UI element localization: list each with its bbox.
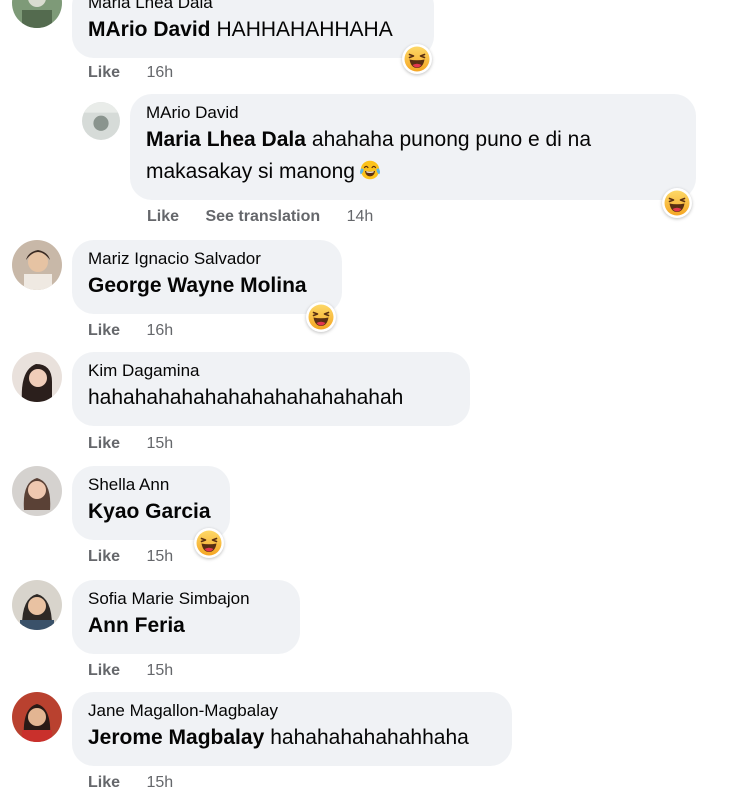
like-button[interactable]: Like [88,322,120,339]
comment-text: Jerome Magbalay hahahahahahahhaha [88,722,496,754]
haha-icon [308,304,334,330]
comment-text: Maria Lhea Dala ahahaha punong puno e di … [146,124,680,156]
like-button[interactable]: Like [88,662,120,679]
haha-icon [404,46,430,72]
comment-bubble: Maria Lhea Dala MArio David HAHHAHAHHAHA [72,0,434,58]
avatar[interactable] [12,466,62,516]
comment-author[interactable]: Kim Dagamina [88,360,454,382]
comment-actions: Like 15h [88,435,173,453]
timestamp[interactable]: 15h [146,435,173,452]
avatar[interactable] [12,0,62,28]
comment-bubble: Mariz Ignacio Salvador George Wayne Moli… [72,240,342,314]
reaction-badge[interactable] [402,44,432,74]
avatar[interactable] [12,352,62,402]
timestamp[interactable]: 15h [146,662,173,679]
comment-author[interactable]: Shella Ann [88,474,214,496]
like-button[interactable]: Like [88,774,120,791]
mention-tag[interactable]: Jerome Magbalay [88,726,264,749]
see-translation-link[interactable]: See translation [205,208,320,225]
reaction-badge[interactable] [662,188,692,218]
like-button[interactable]: Like [88,435,120,452]
timestamp[interactable]: 15h [146,774,173,791]
comment-author[interactable]: Maria Lhea Dala [88,0,418,14]
avatar[interactable] [12,692,62,742]
comment-bubble: MArio David Maria Lhea Dala ahahaha punon… [130,94,696,200]
comment-author[interactable]: Sofia Marie Simbajon [88,588,284,610]
comment-actions: Like 15h [88,662,173,680]
mention-tag[interactable]: MArio David [88,18,211,41]
comment-actions: Like 15h [88,548,173,566]
comment-text: MArio David HAHHAHAHHAHA [88,14,418,46]
mention-tag[interactable]: Maria Lhea Dala [146,128,306,151]
like-button[interactable]: Like [88,64,120,81]
mention-tag[interactable]: George Wayne Molina [88,274,307,297]
comment-text: Ann Feria [88,610,284,642]
comment-bubble: Jane Magallon-Magbalay Jerome Magbalay ha… [72,692,512,766]
avatar[interactable] [12,580,62,630]
avatar[interactable] [12,240,62,290]
timestamp[interactable]: 15h [146,548,173,565]
mention-tag[interactable]: Kyao Garcia [88,500,211,523]
avatar[interactable] [82,102,120,140]
comment-author[interactable]: Mariz Ignacio Salvador [88,248,326,270]
comment-actions: Like 15h [88,774,173,792]
comment-body: ahahaha punong puno e di na [311,128,592,151]
comment-actions: Like See translation 14h [147,208,373,226]
like-button[interactable]: Like [147,208,179,225]
like-button[interactable]: Like [88,548,120,565]
mention-tag[interactable]: Ann Feria [88,614,185,637]
comment-text: hahahahahahahahahahahahahah [88,386,404,409]
haha-icon [664,190,690,216]
haha-icon [196,530,222,556]
comment-bubble: Sofia Marie Simbajon Ann Feria [72,580,300,654]
comment-actions: Like 16h [88,322,173,340]
comment-text-line2: makasakay si manong [146,156,680,188]
tears-of-joy-emoji [359,159,381,181]
comment-bubble: Kim Dagamina hahahahahahahahahahahahahah [72,352,470,426]
comment-body: HAHHAHAHHAHA [216,18,393,41]
timestamp[interactable]: 16h [146,322,173,339]
timestamp[interactable]: 14h [347,208,374,225]
timestamp[interactable]: 16h [146,64,173,81]
reaction-badge[interactable] [194,528,224,558]
comment-actions: Like 16h [88,64,173,82]
comment-text: Kyao Garcia [88,496,214,528]
comment-body: hahahahahahahhaha [270,726,469,749]
comment-text: George Wayne Molina [88,270,326,302]
comment-author[interactable]: Jane Magallon-Magbalay [88,700,496,722]
reaction-badge[interactable] [306,302,336,332]
comment-author[interactable]: MArio David [146,102,680,124]
